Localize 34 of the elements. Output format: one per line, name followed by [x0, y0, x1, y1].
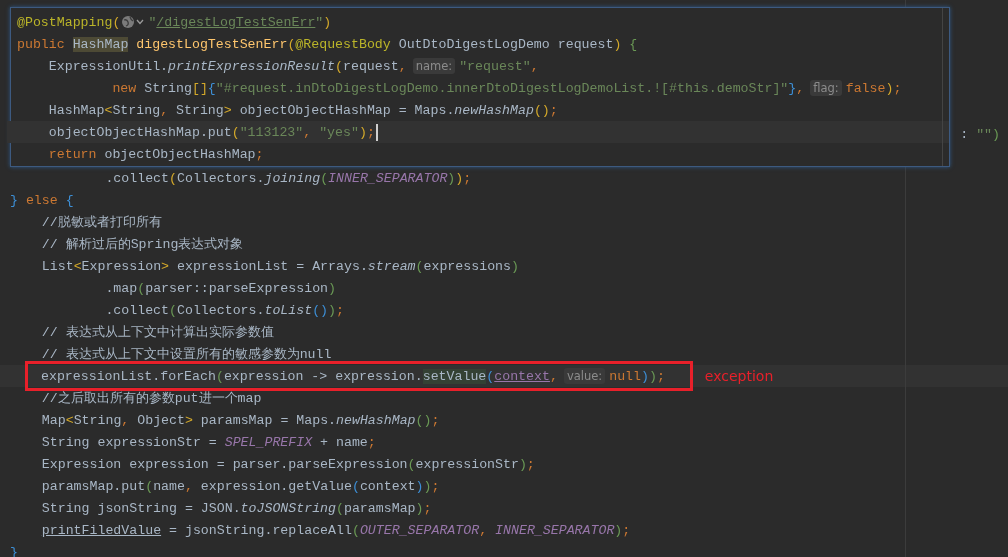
code-text: String jsonString = JSON.toJSONString(paramsMap); — [40, 500, 432, 516]
code-text: Map<String, Object> paramsMap = Maps.newHashMap(); — [40, 412, 440, 428]
text-cursor — [375, 123, 378, 141]
code-text: //脱敏或者打印所有 — [40, 214, 162, 231]
code-text: ExpressionUtil.printExpressionResult(request, — [47, 58, 407, 74]
parameter-hint: value: — [563, 368, 606, 384]
code-text: new String[]{"#request.inDtoDigestLogDemo.innerDtoDigestLogDemoList.![#this.demoStr]"}, — [111, 80, 805, 96]
code-text: } else { — [10, 192, 74, 208]
code-text: @PostMapping( — [17, 14, 121, 30]
code-text: Expression expression = parser.parseExpression(expressionStr); — [40, 456, 535, 472]
code-text: .collect(Collectors.joining(INNER_SEPARATOR)); — [104, 170, 472, 186]
annotation-note: exception — [704, 368, 774, 384]
parameter-hint: flag: — [810, 80, 842, 96]
code-text: paramsMap.put(name, expression.getValue(context)); — [40, 478, 440, 494]
code-text: null)); — [609, 368, 665, 384]
code-text: // 解析过后的Spring表达式对象 — [40, 236, 244, 253]
code-text: public HashMap digestLogTestSenErr(@RequestBody OutDtoDigestLogDemo request) { — [17, 36, 638, 52]
code-text: // 表达式从上下文中计算出实际参数值 — [40, 324, 274, 341]
code-text: // 表达式从上下文中设置所有的敏感参数为null — [40, 346, 332, 363]
code-text: //之后取出所有的参数put进一个map — [40, 390, 262, 407]
parameter-hint: name: — [412, 58, 456, 74]
code-text: false); — [845, 80, 902, 96]
code-text: List<Expression> expressionList = Arrays.stream(expressions) — [40, 258, 519, 274]
code-text: objectObjectHashMap.put("113123", "yes"); — [47, 124, 375, 140]
code-text: String expressionStr = SPEL_PREFIX + name; — [40, 434, 376, 450]
code-text: return objectObjectHashMap; — [47, 146, 264, 162]
code-text: .map(parser::parseExpression) — [104, 280, 337, 296]
code-text: : "") — [960, 126, 1000, 142]
code-text: "/digestLogTestSenErr") — [148, 14, 332, 30]
code-text: expressionList.forEach(expression -> expression.setValue(context, — [41, 368, 558, 384]
code-text: HashMap<String, String> objectObjectHashMap = Maps.newHashMap(); — [47, 102, 558, 118]
code-text: .collect(Collectors.toList()); — [104, 302, 344, 318]
code-text: "request", — [459, 58, 539, 74]
code-text: printFiledValue = jsonString.replaceAll(OUTER_SEPARATOR, INNER_SEPARATOR); — [40, 522, 631, 538]
